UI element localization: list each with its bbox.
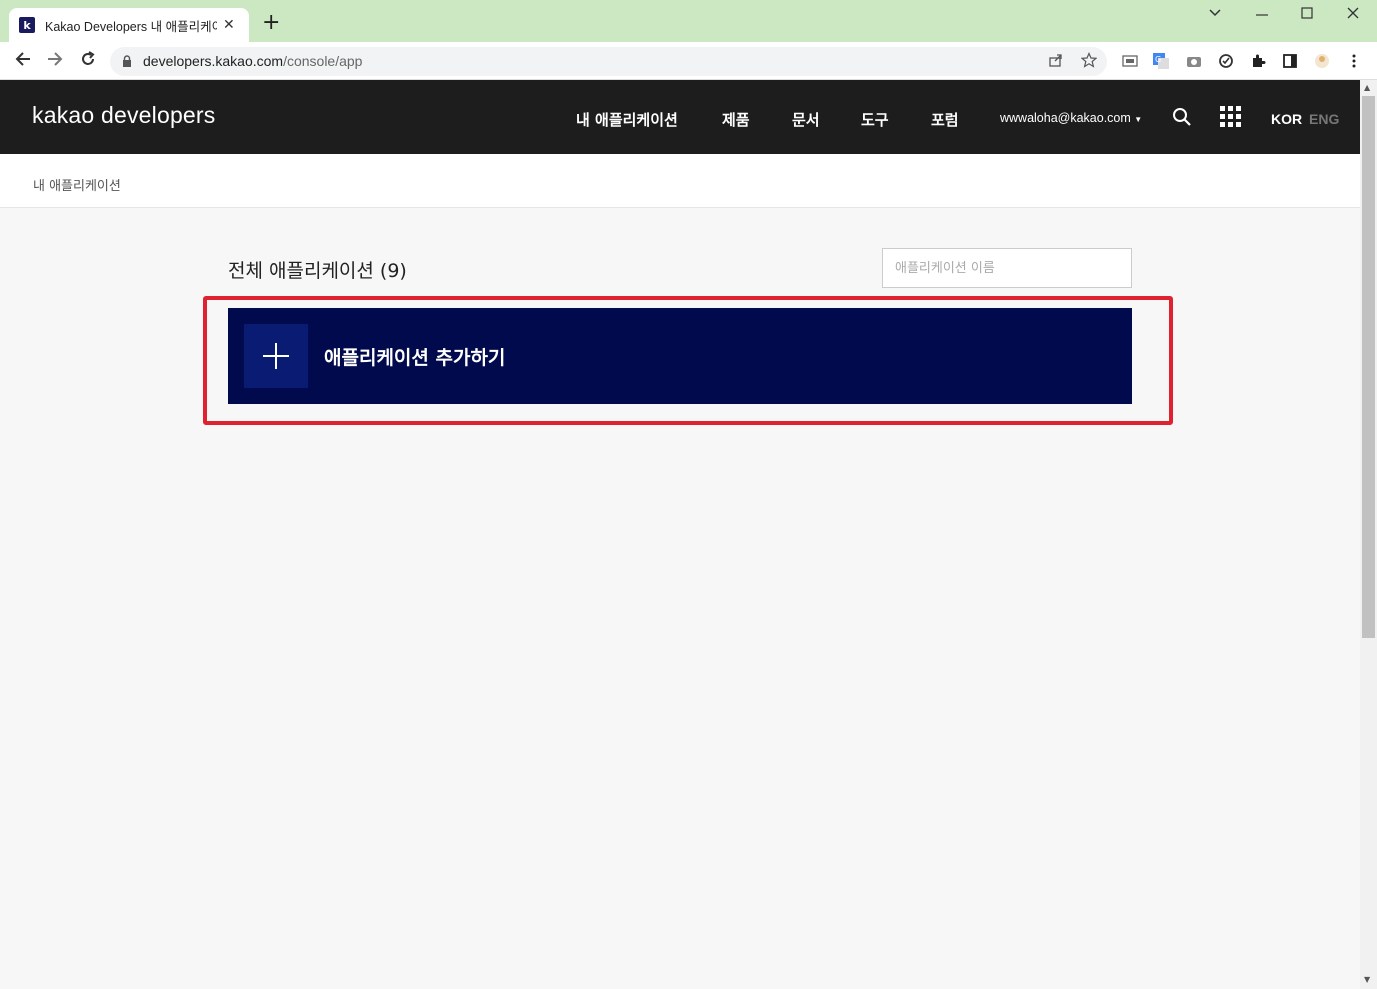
nav-products[interactable]: 제품 xyxy=(722,109,750,130)
lock-icon xyxy=(123,55,131,67)
search-icon[interactable] xyxy=(1172,107,1192,127)
share-icon[interactable] xyxy=(1048,52,1064,72)
browser-toolbar: developers.kakao.com/console/app G xyxy=(0,42,1377,80)
new-tab-button[interactable]: + xyxy=(262,12,280,34)
maximize-icon[interactable] xyxy=(1300,4,1314,23)
scroll-up-arrow-icon[interactable]: ▲ xyxy=(1364,83,1370,92)
tab-search-chevron-icon[interactable] xyxy=(1208,4,1222,23)
lang-eng[interactable]: ENG xyxy=(1309,111,1339,127)
svg-text:G: G xyxy=(1155,55,1161,64)
kakao-favicon-icon: k xyxy=(19,17,35,33)
browser-menu-icon[interactable] xyxy=(1346,53,1362,69)
page-title: 전체 애플리케이션 (9) xyxy=(228,260,407,282)
breadcrumb: 내 애플리케이션 xyxy=(0,154,1360,208)
scroll-down-arrow-icon[interactable]: ▼ xyxy=(1364,975,1370,984)
plus-icon xyxy=(244,324,308,388)
url-path: /console/app xyxy=(283,53,363,69)
side-panel-icon[interactable] xyxy=(1282,53,1298,69)
camera-icon[interactable] xyxy=(1186,53,1202,69)
browser-tab-strip: k Kakao Developers 내 애플리케이션 ✕ + xyxy=(0,0,1377,42)
page-scrollbar[interactable]: ▲ ▼ xyxy=(1360,80,1377,989)
app-name-search-input[interactable] xyxy=(882,248,1132,288)
add-application-button[interactable]: 애플리케이션 추가하기 xyxy=(228,308,1132,404)
sync-icon[interactable] xyxy=(1218,53,1234,69)
minimize-icon[interactable] xyxy=(1255,4,1269,23)
kakao-developers-logo[interactable]: kakao developers xyxy=(32,102,215,129)
site-header: kakao developers 내 애플리케이션 제품 문서 도구 포럼 ww… xyxy=(0,80,1360,154)
back-arrow-icon[interactable] xyxy=(14,50,32,72)
browser-tab[interactable]: k Kakao Developers 내 애플리케이션 ✕ xyxy=(9,8,249,42)
caret-down-icon: ▼ xyxy=(1134,115,1143,124)
profile-avatar-icon[interactable] xyxy=(1314,53,1330,69)
nav-tools[interactable]: 도구 xyxy=(861,109,889,130)
breadcrumb-item[interactable]: 내 애플리케이션 xyxy=(33,175,121,194)
add-application-label: 애플리케이션 추가하기 xyxy=(324,347,506,369)
nav-forum[interactable]: 포럼 xyxy=(931,109,959,130)
translate-icon[interactable]: G xyxy=(1153,53,1169,69)
scrollbar-thumb[interactable] xyxy=(1362,96,1375,638)
tab-title: Kakao Developers 내 애플리케이션 xyxy=(45,19,217,34)
account-email: wwwaloha@kakao.com xyxy=(1000,111,1131,125)
close-window-icon[interactable] xyxy=(1346,4,1360,23)
extensions-puzzle-icon[interactable] xyxy=(1250,53,1266,69)
apps-grid-icon[interactable] xyxy=(1220,106,1241,127)
lang-kor[interactable]: KOR xyxy=(1271,111,1302,127)
url-text: developers.kakao.com/console/app xyxy=(143,53,362,69)
forward-arrow-icon[interactable] xyxy=(46,50,64,72)
url-domain: developers.kakao.com xyxy=(143,53,284,69)
cast-icon[interactable] xyxy=(1122,53,1138,69)
address-bar[interactable]: developers.kakao.com/console/app xyxy=(110,47,1107,76)
account-menu[interactable]: wwwaloha@kakao.com ▼ xyxy=(1000,111,1142,125)
nav-my-applications[interactable]: 내 애플리케이션 xyxy=(576,109,678,130)
reload-icon[interactable] xyxy=(79,50,97,72)
nav-docs[interactable]: 문서 xyxy=(792,109,820,130)
bookmark-star-icon[interactable] xyxy=(1080,52,1098,72)
close-tab-icon[interactable]: ✕ xyxy=(223,17,235,33)
